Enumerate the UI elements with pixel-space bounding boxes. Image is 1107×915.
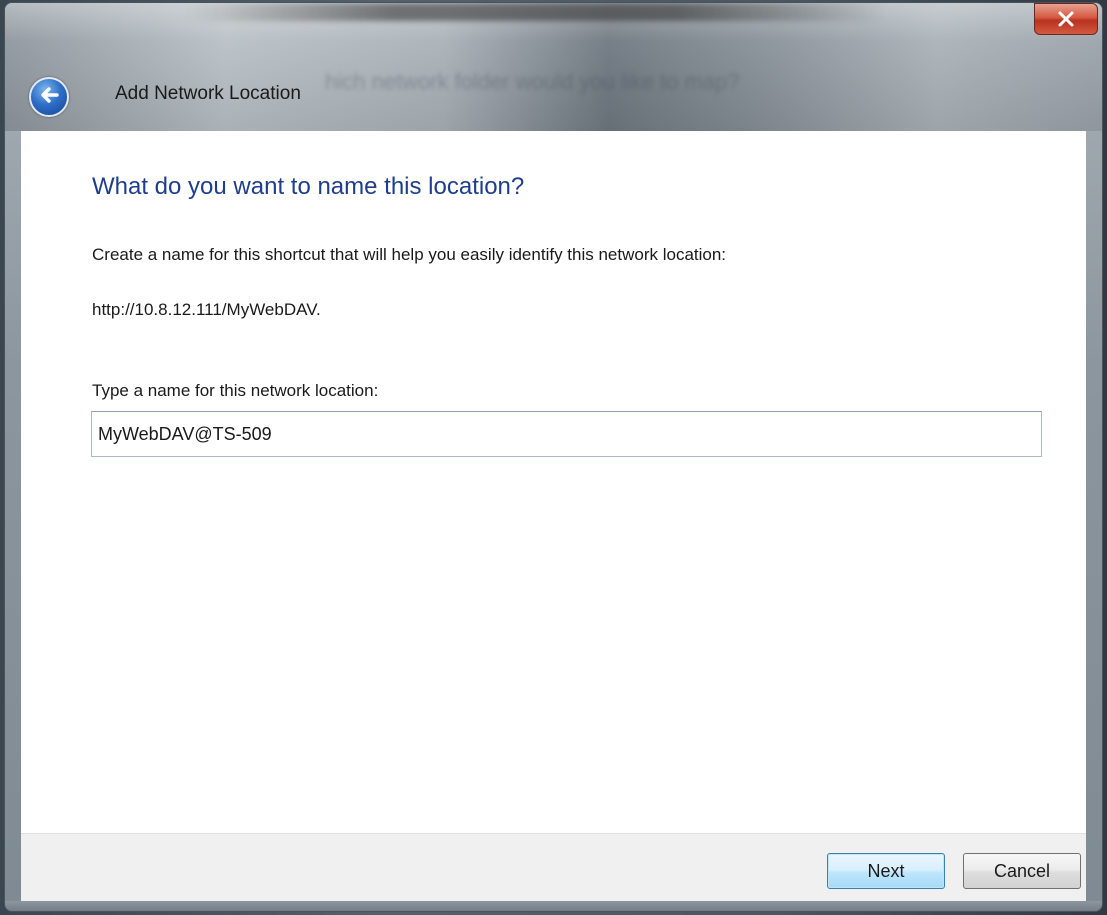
close-button[interactable] bbox=[1034, 3, 1098, 35]
next-button[interactable]: Next bbox=[827, 853, 945, 889]
close-x-icon bbox=[1057, 11, 1075, 27]
background-ghost-text: hich network folder would you like to ma… bbox=[325, 69, 740, 94]
window-title: Add Network Location bbox=[115, 83, 301, 104]
cancel-button[interactable]: Cancel bbox=[963, 853, 1081, 889]
title-bar: hich network folder would you like to ma… bbox=[5, 3, 1102, 131]
back-button[interactable] bbox=[29, 77, 69, 117]
back-arrow-icon bbox=[37, 83, 61, 111]
description-text: Create a name for this shortcut that wil… bbox=[92, 245, 727, 264]
location-name-input[interactable] bbox=[91, 411, 1042, 457]
network-location-url: http://10.8.12.111/MyWebDAV. bbox=[92, 300, 321, 319]
button-footer: Next Cancel bbox=[21, 833, 1086, 901]
page-heading: What do you want to name this location? bbox=[92, 173, 525, 200]
name-field-label: Type a name for this network location: bbox=[92, 381, 379, 400]
wizard-content: What do you want to name this location? … bbox=[21, 131, 1086, 833]
add-network-location-window: hich network folder would you like to ma… bbox=[4, 2, 1103, 912]
window-bottom-border bbox=[5, 901, 1102, 911]
